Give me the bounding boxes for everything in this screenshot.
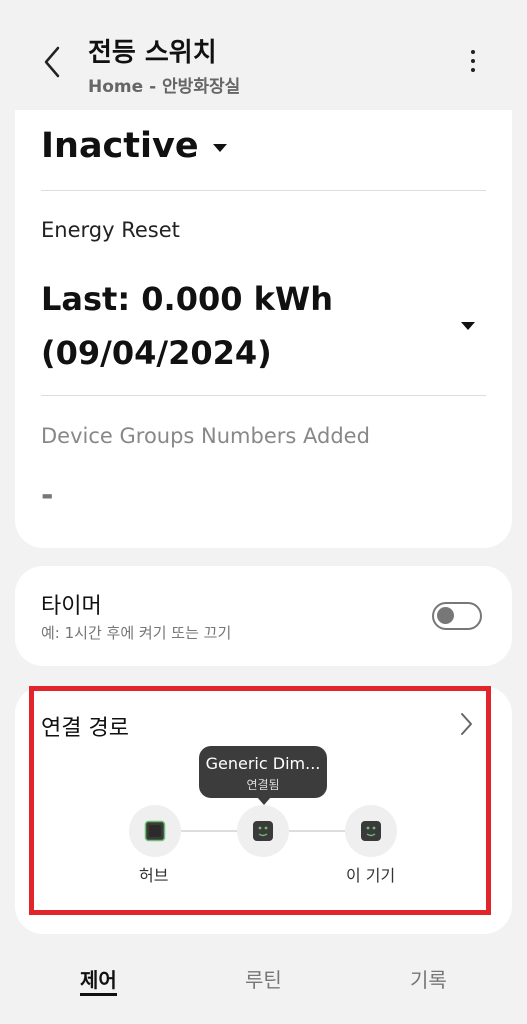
caret-down-icon bbox=[212, 144, 227, 152]
energy-reset-label: Energy Reset bbox=[41, 218, 180, 242]
divider bbox=[41, 190, 486, 191]
more-options-button[interactable] bbox=[458, 46, 488, 76]
tooltip-arrow bbox=[257, 797, 271, 805]
connection-path-card[interactable]: 연결 경로 Generic Dim... 연결됨 허브 이 기기 bbox=[15, 686, 512, 934]
device-status-card: Inactive Energy Reset Last: 0.000 kWh (0… bbox=[15, 110, 512, 548]
timer-card[interactable]: 타이머 예: 1시간 후에 켜기 또는 끄기 bbox=[15, 566, 512, 666]
tab-control[interactable]: 제어 bbox=[80, 964, 117, 993]
status-value: Inactive bbox=[41, 126, 199, 166]
switch-node bbox=[237, 805, 289, 857]
outlet-icon bbox=[361, 821, 381, 841]
caret-down-icon bbox=[461, 322, 475, 330]
active-tab-indicator bbox=[80, 993, 117, 996]
back-button[interactable] bbox=[36, 42, 68, 82]
chevron-right-icon[interactable] bbox=[459, 712, 473, 740]
energy-reset-dropdown[interactable] bbox=[461, 318, 475, 330]
outlet-icon bbox=[253, 821, 273, 841]
timer-title: 타이머 bbox=[41, 594, 102, 619]
back-arrow-icon bbox=[44, 46, 60, 78]
device-groups-label: Device Groups Numbers Added bbox=[41, 424, 370, 448]
chevron-right-svg bbox=[461, 713, 472, 735]
hub-icon bbox=[144, 820, 166, 842]
bottom-nav: 제어 루틴 기록 bbox=[0, 950, 527, 1024]
device-tooltip: Generic Dim... 연결됨 bbox=[199, 746, 327, 798]
timer-description: 예: 1시간 후에 켜기 또는 끄기 bbox=[41, 624, 232, 642]
this-device-node-label: 이 기기 bbox=[346, 866, 396, 885]
tooltip-device-name: Generic Dim... bbox=[205, 754, 321, 773]
more-options-icon bbox=[471, 50, 475, 54]
connection-line bbox=[181, 830, 239, 832]
page-title: 전등 스위치 bbox=[88, 38, 217, 68]
this-device-node bbox=[345, 805, 397, 857]
status-dropdown[interactable]: Inactive bbox=[41, 126, 227, 166]
connection-path-title: 연결 경로 bbox=[41, 716, 129, 741]
hub-node bbox=[129, 805, 181, 857]
device-groups-value: - bbox=[41, 478, 54, 513]
toggle-knob bbox=[437, 607, 454, 624]
more-options-dot bbox=[471, 59, 475, 63]
page-subtitle: Home - 안방화장실 bbox=[88, 77, 241, 97]
energy-value-line2: (09/04/2024) bbox=[41, 334, 272, 372]
divider bbox=[41, 395, 486, 396]
timer-toggle[interactable] bbox=[432, 602, 482, 630]
app-header: 전등 스위치 Home - 안방화장실 bbox=[0, 0, 527, 110]
connection-line bbox=[289, 830, 347, 832]
tab-routines[interactable]: 루틴 bbox=[245, 964, 282, 993]
hub-node-label: 허브 bbox=[139, 866, 169, 885]
tooltip-status: 연결됨 bbox=[246, 778, 280, 792]
energy-reset-value: Last: 0.000 kWh (09/04/2024) bbox=[41, 272, 421, 380]
more-options-dot bbox=[471, 68, 475, 72]
energy-value-line1: Last: 0.000 kWh bbox=[41, 280, 333, 318]
tab-history[interactable]: 기록 bbox=[410, 964, 447, 993]
